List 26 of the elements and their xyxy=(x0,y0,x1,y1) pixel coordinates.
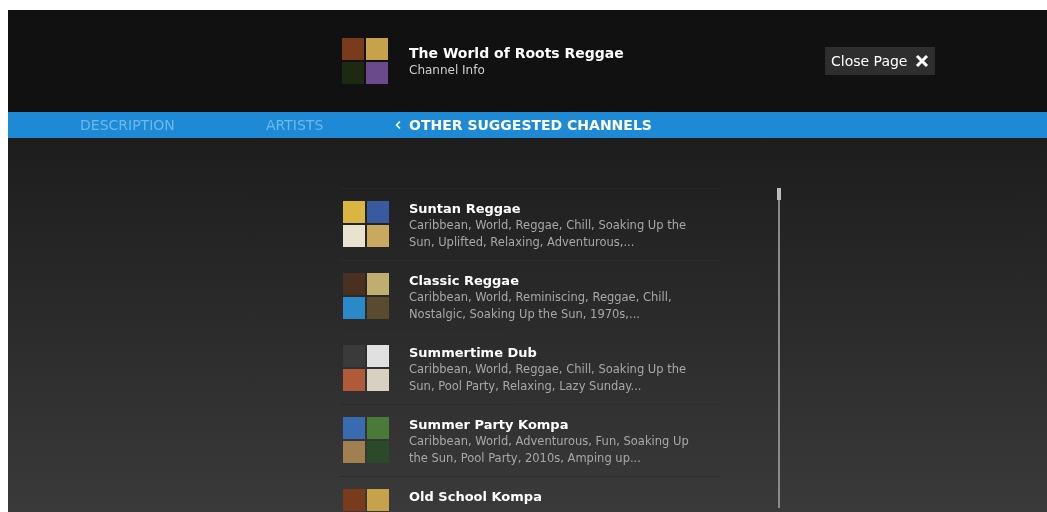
channel-title: The World of Roots Reggae xyxy=(409,44,625,62)
channel-row[interactable]: Old School Kompa xyxy=(340,477,720,512)
channel-row[interactable]: Summer Party Kompa Caribbean, World, Adventurous, Fun, Soaking Up the Sun, Pool Party, 2010s, Amping up... xyxy=(340,405,720,477)
channel-artwork xyxy=(343,417,389,463)
channel-row[interactable]: Summertime Dub Caribbean, World, Reggae, Chill, Soaking Up the Sun, Pool Party, Relaxing, Lazy Sunday... xyxy=(340,333,720,405)
chevron-left-icon xyxy=(395,121,401,129)
channel-tags: Caribbean, World, Adventurous, Fun, Soaking Up the Sun, Pool Party, 2010s, Amping up... xyxy=(409,433,709,467)
channel-name: Old School Kompa xyxy=(409,489,542,505)
channel-tags: Caribbean, World, Reggae, Chill, Soaking Up the Sun, Pool Party, Relaxing, Lazy Sunday... xyxy=(409,361,709,395)
channel-name: Suntan Reggae xyxy=(409,201,522,217)
channel-tags: Caribbean, World, Reminiscing, Reggae, Chill, Nostalgic, Soaking Up the Sun, 1970s,... xyxy=(409,289,709,323)
close-page-button[interactable]: Close Page xyxy=(825,47,936,75)
channel-tags: Caribbean, World, Reggae, Chill, Soaking Up the Sun, Uplifted, Relaxing, Adventurous,... xyxy=(409,217,709,251)
tab[interactable]: OTHER SUGGESTED CHANNELS xyxy=(409,112,652,138)
channel-artwork xyxy=(343,273,389,319)
channel-artwork xyxy=(342,38,388,84)
close-icon xyxy=(915,54,930,68)
channel-row[interactable]: Classic Reggae Caribbean, World, Reminiscing, Reggae, Chill, Nostalgic, Soaking Up the Sun, 1970s,... xyxy=(340,261,720,333)
channel-artwork xyxy=(343,201,389,247)
channel-name: Summer Party Kompa xyxy=(409,417,570,433)
channel-row[interactable]: Suntan Reggae Caribbean, World, Reggae, Chill, Soaking Up the Sun, Uplifted, Relaxing, Adventurous,... xyxy=(340,189,720,261)
scrollbar[interactable] xyxy=(776,188,782,508)
channel-name: Summertime Dub xyxy=(409,345,538,361)
page-subtitle: Channel Info xyxy=(409,62,486,78)
channel-artwork xyxy=(343,345,389,391)
channel-name: Classic Reggae xyxy=(409,273,520,289)
